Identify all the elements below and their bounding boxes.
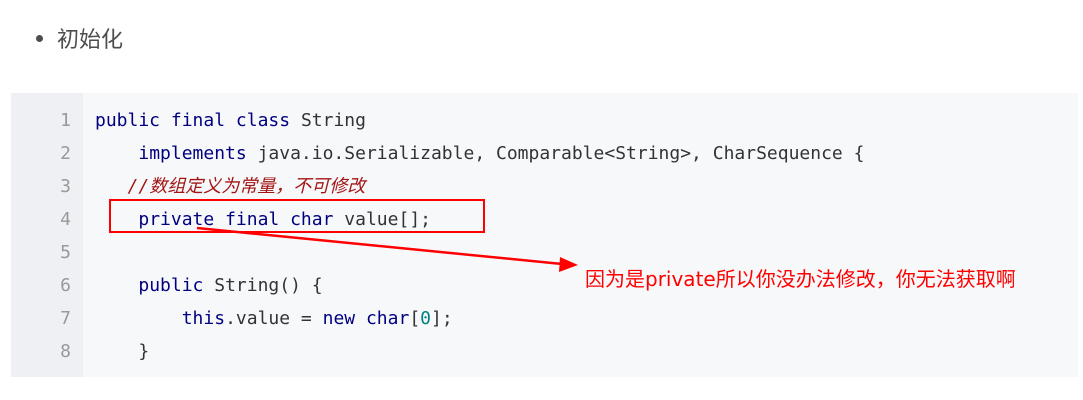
line-number: 1 xyxy=(60,110,71,131)
code-text: .value = xyxy=(225,308,323,329)
number-literal: 0 xyxy=(420,308,432,329)
keyword: implements xyxy=(138,143,247,164)
highlight-box xyxy=(109,199,485,233)
code-comment: //数组定义为常量，不可修改 xyxy=(127,176,366,197)
code-block: 1 2 3 4 5 6 7 8 public final class Strin… xyxy=(11,93,1078,377)
keyword: class xyxy=(235,110,291,131)
code-text: String() { xyxy=(214,275,323,296)
code-text: String xyxy=(300,110,366,131)
code-text: [ xyxy=(409,308,421,329)
code-line-7: this.value = new char[0]; xyxy=(95,302,453,335)
line-number: 3 xyxy=(60,176,71,197)
bullet-text: 初始化 xyxy=(57,28,124,53)
keyword: public xyxy=(95,110,161,131)
line-number: 7 xyxy=(60,308,71,329)
code-line-1: public final class String xyxy=(95,104,366,137)
line-number: 8 xyxy=(60,341,71,362)
keyword: new xyxy=(322,308,356,329)
line-number: 2 xyxy=(60,143,71,164)
line-number: 5 xyxy=(60,242,71,263)
code-text: ]; xyxy=(431,308,453,329)
list-item: 初始化 xyxy=(36,22,123,54)
keyword: public xyxy=(138,275,204,296)
keyword: final xyxy=(170,110,226,131)
code-line-2: implements java.io.Serializable, Compara… xyxy=(95,137,864,170)
keyword: this xyxy=(181,308,226,329)
code-line-8: } xyxy=(95,335,149,368)
line-number: 6 xyxy=(60,275,71,296)
code-text: java.io.Serializable, Comparable<String>… xyxy=(257,143,865,164)
line-number: 4 xyxy=(60,209,71,230)
bullet-icon xyxy=(36,34,43,42)
line-number-gutter: 1 2 3 4 5 6 7 8 xyxy=(11,93,83,377)
code-text: } xyxy=(138,341,150,362)
keyword: char xyxy=(365,308,410,329)
annotation-text: 因为是private所以你没办法修改，你无法获取啊 xyxy=(585,267,1016,291)
code-line-6: public String() { xyxy=(95,269,323,302)
